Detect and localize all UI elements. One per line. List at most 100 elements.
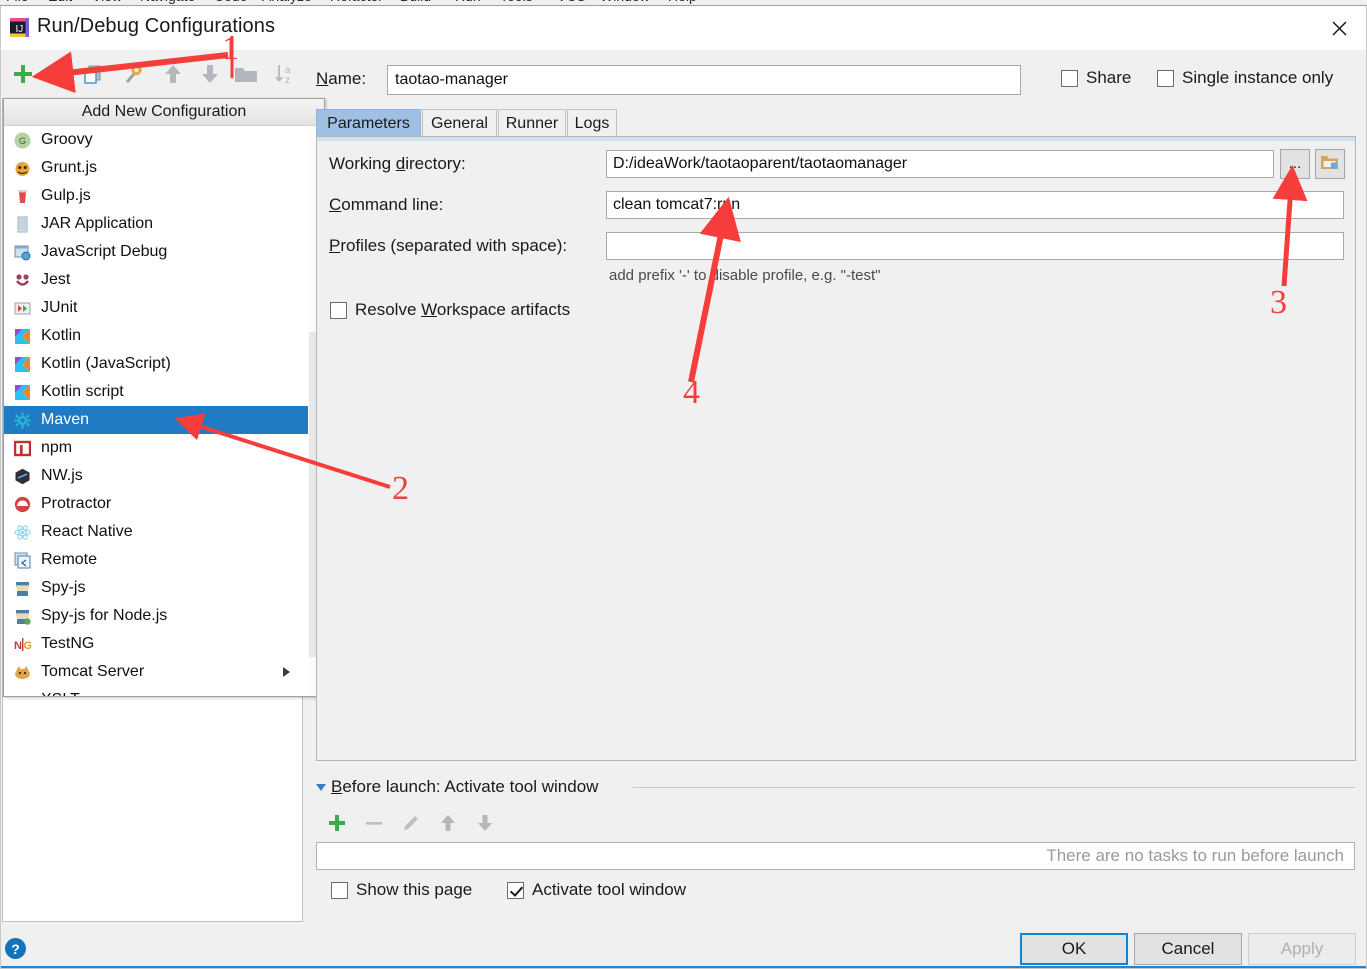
new-folder-button[interactable]: [232, 60, 260, 88]
list-item[interactable]: Gulp.js: [4, 182, 324, 210]
list-item[interactable]: Spy-js: [4, 574, 324, 602]
show-this-page-checkbox[interactable]: Show this page: [331, 880, 472, 900]
arrow-down-icon[interactable]: [196, 60, 224, 88]
configuration-type-list[interactable]: G Groovy Grunt.js Gulp.js JAR Applicatio…: [4, 126, 324, 697]
activate-tool-window-label: Activate tool window: [532, 880, 687, 899]
list-item-label: JUnit: [41, 299, 78, 316]
menu-item-navigate[interactable]: Navigate: [140, 0, 195, 4]
profiles-hint: add prefix '-' to disable profile, e.g. …: [609, 267, 881, 284]
tab-runner-label: Runner: [505, 114, 559, 132]
tab-general[interactable]: General: [422, 109, 497, 137]
menu-item-build[interactable]: Build: [400, 0, 431, 4]
list-item[interactable]: Grunt.js: [4, 154, 324, 182]
list-item-label: Protractor: [41, 495, 112, 512]
sort-az-icon[interactable]: a z: [272, 60, 300, 88]
intellij-idea-icon: IJ: [10, 18, 29, 37]
remove-task-button[interactable]: [360, 809, 388, 837]
move-task-up-button[interactable]: [434, 809, 462, 837]
list-item[interactable]: JavaScript Debug: [4, 238, 324, 266]
list-item[interactable]: Kotlin script: [4, 378, 324, 406]
jar-icon: [13, 215, 32, 234]
pencil-icon[interactable]: [397, 809, 425, 837]
profiles-input[interactable]: [606, 232, 1344, 260]
list-item[interactable]: React Native: [4, 518, 324, 546]
nwjs-icon: [13, 467, 32, 486]
list-item-label: Kotlin (JavaScript): [41, 355, 171, 372]
working-directory-browse-button[interactable]: ...: [1280, 149, 1310, 179]
single-instance-checkbox[interactable]: Single instance only: [1157, 68, 1333, 88]
name-input[interactable]: taotao-manager: [387, 65, 1021, 95]
dialog-title-bar: IJ Run/Debug Configurations: [1, 6, 1366, 50]
tab-logs[interactable]: Logs: [567, 109, 617, 137]
share-checkbox[interactable]: Share: [1061, 68, 1131, 88]
arrow-up-icon[interactable]: [159, 60, 187, 88]
gulp-icon: [13, 187, 32, 206]
list-item[interactable]: NW.js: [4, 462, 324, 490]
move-task-down-button[interactable]: [471, 809, 499, 837]
add-task-button[interactable]: [323, 809, 351, 837]
menu-item-edit[interactable]: Edit: [48, 0, 72, 4]
grunt-icon: [13, 159, 32, 178]
wrench-icon[interactable]: [119, 60, 147, 88]
chevron-down-icon[interactable]: [316, 783, 326, 791]
before-launch-header[interactable]: Before launch: Activate tool window: [316, 777, 598, 797]
list-item[interactable]: JUnit: [4, 294, 324, 322]
activate-tool-window-checkbox-box[interactable]: [507, 881, 524, 899]
menu-item-run[interactable]: Run: [455, 0, 481, 4]
list-item[interactable]: npm: [4, 434, 324, 462]
list-item[interactable]: NG TestNG: [4, 630, 324, 658]
before-launch-tasks-list[interactable]: There are no tasks to run before launch: [316, 842, 1355, 870]
menu-item-code[interactable]: Code: [214, 0, 247, 4]
add-configuration-button[interactable]: [9, 60, 37, 88]
working-directory-folder-button[interactable]: [1315, 149, 1345, 179]
svg-text:z: z: [285, 75, 290, 86]
list-item-label: XSLT: [41, 691, 80, 696]
menu-item-refactor[interactable]: Refactor: [330, 0, 383, 4]
list-item-label: Gulp.js: [41, 187, 91, 204]
parameters-tab-panel: Working directory: D:/ideaWork/taotaopar…: [316, 136, 1356, 761]
react-native-icon: [13, 523, 32, 542]
menu-item-view[interactable]: View: [92, 0, 122, 4]
list-item-xslt[interactable]: XS XSLT: [4, 686, 324, 697]
list-item[interactable]: Protractor: [4, 490, 324, 518]
list-item[interactable]: G Groovy: [4, 126, 324, 154]
single-instance-checkbox-label: Single instance only: [1182, 68, 1334, 87]
list-item[interactable]: JAR Application: [4, 210, 324, 238]
list-item[interactable]: Remote: [4, 546, 324, 574]
xslt-icon: XS: [13, 691, 32, 697]
npm-icon: [13, 439, 32, 458]
show-this-page-checkbox-box[interactable]: [331, 881, 348, 899]
cancel-button[interactable]: Cancel: [1134, 933, 1242, 965]
share-checkbox-box[interactable]: [1061, 69, 1078, 87]
list-item[interactable]: Kotlin (JavaScript): [4, 350, 324, 378]
activate-tool-window-checkbox[interactable]: Activate tool window: [507, 880, 686, 900]
copy-configuration-button[interactable]: [79, 60, 107, 88]
menu-item-analyze[interactable]: Analyze: [262, 0, 312, 4]
tab-runner[interactable]: Runner: [498, 109, 566, 137]
list-item-tomcat-server[interactable]: Tomcat Server: [4, 658, 324, 686]
list-item-label: Tomcat Server: [41, 663, 145, 680]
resolve-workspace-checkbox-box[interactable]: [330, 301, 347, 319]
list-item[interactable]: Spy-js for Node.js: [4, 602, 324, 630]
menu-item-window[interactable]: Window: [600, 0, 650, 4]
list-item-maven[interactable]: Maven: [4, 406, 324, 434]
ok-button[interactable]: OK: [1020, 933, 1128, 965]
list-item[interactable]: Kotlin: [4, 322, 324, 350]
resolve-workspace-artifacts-checkbox[interactable]: Resolve Workspace artifacts: [330, 300, 570, 320]
menu-item-tools[interactable]: Tools: [500, 0, 533, 4]
single-instance-checkbox-box[interactable]: [1157, 69, 1174, 87]
chevron-right-icon: [283, 667, 290, 677]
question-mark-icon[interactable]: ?: [5, 938, 26, 959]
menu-item-help[interactable]: Help: [668, 0, 697, 4]
menu-item-vcs[interactable]: VCS: [557, 0, 586, 4]
command-line-input[interactable]: clean tomcat7:run: [606, 191, 1344, 219]
list-item[interactable]: Jest: [4, 266, 324, 294]
menu-item-file[interactable]: File: [6, 0, 29, 4]
working-directory-input[interactable]: D:/ideaWork/taotaoparent/taotaomanager: [606, 150, 1274, 178]
list-item-label: Groovy: [41, 131, 93, 148]
tab-parameters[interactable]: Parameters: [316, 109, 421, 137]
close-icon[interactable]: [1312, 6, 1366, 50]
list-item-label: Spy-js for Node.js: [41, 607, 168, 624]
ellipsis-icon: ...: [1288, 155, 1302, 172]
configurations-toolbar: a z: [1, 50, 304, 98]
